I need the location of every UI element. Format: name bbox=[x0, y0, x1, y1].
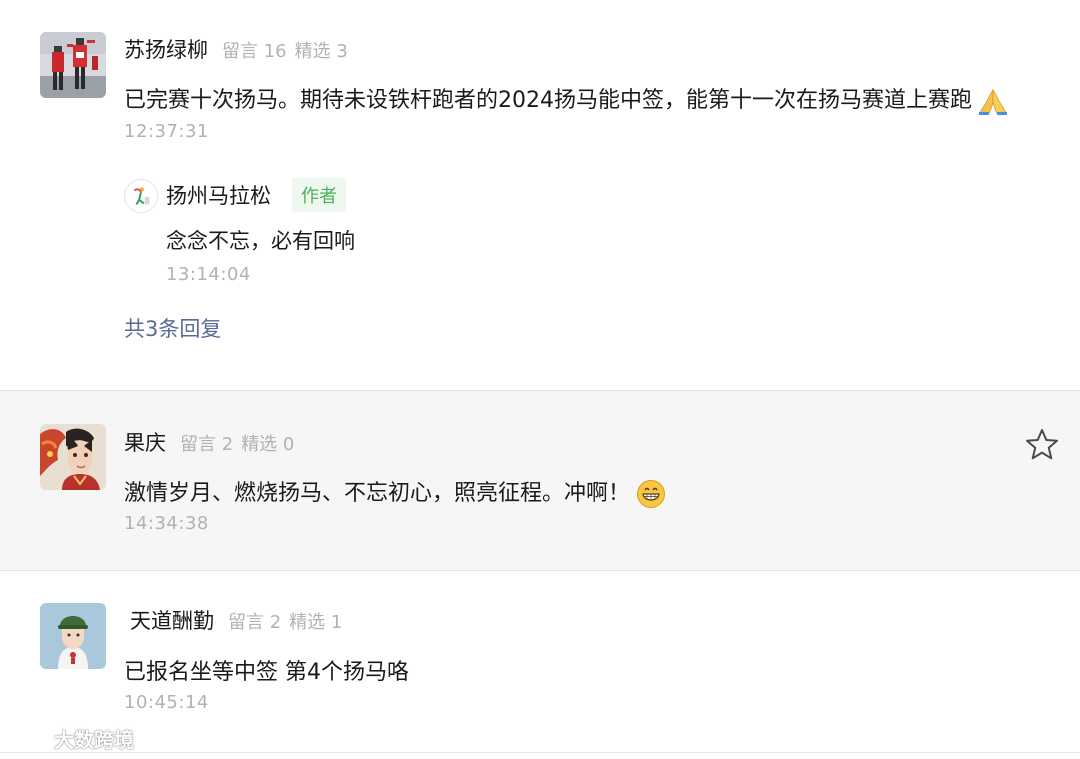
user-stats: 留言 16 精选 3 bbox=[222, 37, 348, 63]
comment-time: 10:45:14 bbox=[124, 692, 209, 713]
comment-item: 果庆 留言 2 精选 0 激情岁月、燃烧扬马、不忘初心，照亮征程。冲啊！ 14:3… bbox=[0, 390, 1080, 571]
reply-nickname[interactable]: 扬州马拉松 bbox=[166, 180, 271, 210]
liuyan-count: 留言 16 bbox=[222, 41, 287, 62]
liuyan-count: 留言 2 bbox=[228, 612, 282, 633]
comment-text: 已完赛十次扬马。期待未设铁杆跑者的2024扬马能中签，能第十一次在扬马赛道上赛跑 bbox=[124, 88, 972, 113]
folded-hands-emoji-icon bbox=[979, 88, 1007, 115]
view-all-replies-link[interactable]: 共3条回复 bbox=[124, 313, 221, 343]
star-outline-icon[interactable] bbox=[1024, 427, 1060, 463]
author-badge: 作者 bbox=[292, 178, 346, 212]
runner-photo-avatar bbox=[40, 32, 106, 98]
nickname[interactable]: 苏扬绿柳 bbox=[124, 34, 208, 64]
reply-time: 13:14:04 bbox=[166, 264, 251, 285]
reply-text: 念念不忘，必有回响 bbox=[166, 229, 355, 253]
user-stats: 留言 2 精选 0 bbox=[180, 430, 294, 456]
avatar[interactable] bbox=[40, 603, 106, 669]
user-stats: 留言 2 精选 1 bbox=[228, 608, 342, 634]
divider bbox=[0, 752, 1080, 753]
watermark-text: 大数跨境 bbox=[54, 728, 134, 752]
comment-text: 激情岁月、燃烧扬马、不忘初心，照亮征程。冲啊！ bbox=[124, 481, 631, 506]
dragon-boy-avatar bbox=[40, 424, 106, 490]
comment-text: 已报名坐等中签 第4个扬马咯 bbox=[124, 660, 409, 685]
comment-text-row: 已报名坐等中签 第4个扬马咯 bbox=[124, 654, 409, 686]
jingxuan-count: 精选 1 bbox=[289, 612, 343, 633]
author-avatar[interactable] bbox=[124, 179, 158, 213]
comment-time: 14:34:38 bbox=[124, 513, 209, 534]
watermark-logo-icon bbox=[9, 727, 44, 750]
comment-text-row: 激情岁月、燃烧扬马、不忘初心，照亮征程。冲啊！ bbox=[124, 475, 666, 509]
nickname[interactable]: 果庆 bbox=[124, 427, 166, 457]
comment-meta: 苏扬绿柳 留言 16 精选 3 bbox=[124, 34, 348, 64]
avatar[interactable] bbox=[40, 32, 106, 98]
grinning-face-emoji-icon bbox=[637, 480, 666, 508]
comment-time: 12:37:31 bbox=[124, 121, 209, 142]
comments-page: 苏扬绿柳 留言 16 精选 3 已完赛十次扬马。期待未设铁杆跑者的2024扬马能中… bbox=[0, 0, 1080, 759]
comment-text-row: 已完赛十次扬马。期待未设铁杆跑者的2024扬马能中签，能第十一次在扬马赛道上赛跑 bbox=[124, 82, 1008, 116]
nickname[interactable]: 天道酬勤 bbox=[130, 605, 214, 635]
illustrated-person-avatar bbox=[40, 603, 106, 669]
yangzhou-marathon-logo-icon bbox=[125, 180, 157, 212]
comment-item: 天道酬勤 留言 2 精选 1 已报名坐等中签 第4个扬马咯 10:45:14 bbox=[0, 571, 1080, 759]
comment-item: 苏扬绿柳 留言 16 精选 3 已完赛十次扬马。期待未设铁杆跑者的2024扬马能中… bbox=[0, 0, 1080, 390]
jingxuan-count: 精选 0 bbox=[241, 434, 295, 455]
watermark: 大数跨境 bbox=[8, 724, 134, 753]
avatar[interactable] bbox=[40, 424, 106, 490]
jingxuan-count: 精选 3 bbox=[294, 41, 348, 62]
comment-meta: 果庆 留言 2 精选 0 bbox=[124, 427, 294, 457]
liuyan-count: 留言 2 bbox=[180, 434, 234, 455]
comment-meta: 天道酬勤 留言 2 精选 1 bbox=[130, 605, 342, 635]
